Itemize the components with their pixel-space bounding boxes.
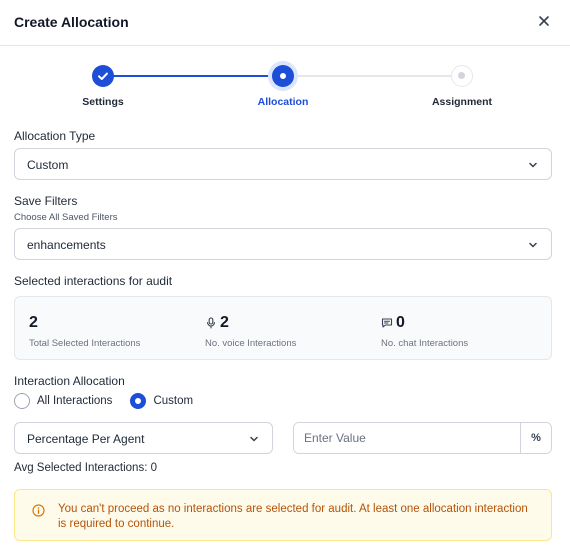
step-allocation[interactable]: Allocation: [223, 60, 343, 108]
avg-selected-interactions: Avg Selected Interactions: 0: [14, 462, 157, 474]
active-step-icon: [272, 65, 294, 87]
radio-label: Custom: [153, 395, 194, 407]
warning-alert: You can't proceed as no interactions are…: [14, 489, 552, 541]
chevron-down-icon: [250, 436, 258, 442]
total-interactions-stat: 2 Total Selected Interactions: [29, 313, 140, 349]
chevron-down-icon: [529, 162, 537, 168]
selected-interactions-label: Selected interactions for audit: [14, 274, 173, 288]
voice-interactions-stat: 2 No. voice Interactions: [205, 313, 296, 349]
chat-interactions-count: 0: [396, 314, 405, 331]
interaction-allocation-radio-group: All Interactions Custom: [14, 392, 211, 410]
allocation-type-label: Allocation Type: [14, 129, 96, 143]
step-assignment[interactable]: Assignment: [402, 60, 522, 108]
percent-unit: %: [520, 423, 551, 453]
save-filters-label: Save Filters: [14, 194, 78, 208]
step-label: Settings: [82, 96, 124, 108]
save-filters-select[interactable]: enhancements: [14, 228, 552, 260]
step-settings[interactable]: Settings: [43, 60, 163, 108]
warning-text: You can't proceed as no interactions are…: [58, 503, 528, 530]
interaction-allocation-label: Interaction Allocation: [14, 374, 125, 388]
save-filters-value: enhancements: [27, 238, 106, 252]
dialog-title: Create Allocation: [14, 14, 129, 30]
step-label: Assignment: [431, 96, 493, 108]
chevron-down-icon: [529, 242, 537, 248]
voice-interactions-count: 2: [220, 314, 229, 331]
radio-dot: [14, 393, 30, 409]
close-icon[interactable]: [536, 13, 552, 29]
chat-icon: [381, 318, 393, 328]
radio-all-interactions[interactable]: All Interactions: [14, 393, 112, 409]
chat-interactions-caption: No. chat Interactions: [381, 338, 469, 349]
radio-dot: [130, 393, 147, 409]
agent-split-value: Percentage Per Agent: [27, 432, 145, 446]
step-label: Allocation: [257, 96, 309, 108]
check-icon: [92, 65, 114, 87]
radio-label: All Interactions: [37, 395, 113, 407]
allocation-type-value: Custom: [27, 158, 69, 172]
dialog-header: Create Allocation: [0, 0, 570, 46]
agent-split-select[interactable]: Percentage Per Agent: [14, 422, 273, 454]
microphone-icon: [207, 317, 215, 329]
total-interactions-count: 2: [29, 314, 38, 331]
total-interactions-caption: Total Selected Interactions: [29, 338, 141, 349]
stepper: Settings Allocation Assignment: [0, 60, 570, 112]
radio-custom[interactable]: Custom: [130, 393, 193, 409]
allocation-type-select[interactable]: Custom: [14, 148, 552, 180]
value-input-group: %: [293, 422, 552, 454]
chat-interactions-stat: 0 No. chat Interactions: [381, 313, 468, 349]
info-icon: [32, 504, 45, 517]
pending-step-icon: [451, 65, 473, 87]
selected-interactions-panel: 2 Total Selected Interactions 2 No. voic…: [14, 296, 552, 360]
save-filters-sublabel: Choose All Saved Filters: [14, 212, 118, 223]
value-input[interactable]: [294, 423, 520, 453]
voice-interactions-caption: No. voice Interactions: [205, 338, 297, 349]
